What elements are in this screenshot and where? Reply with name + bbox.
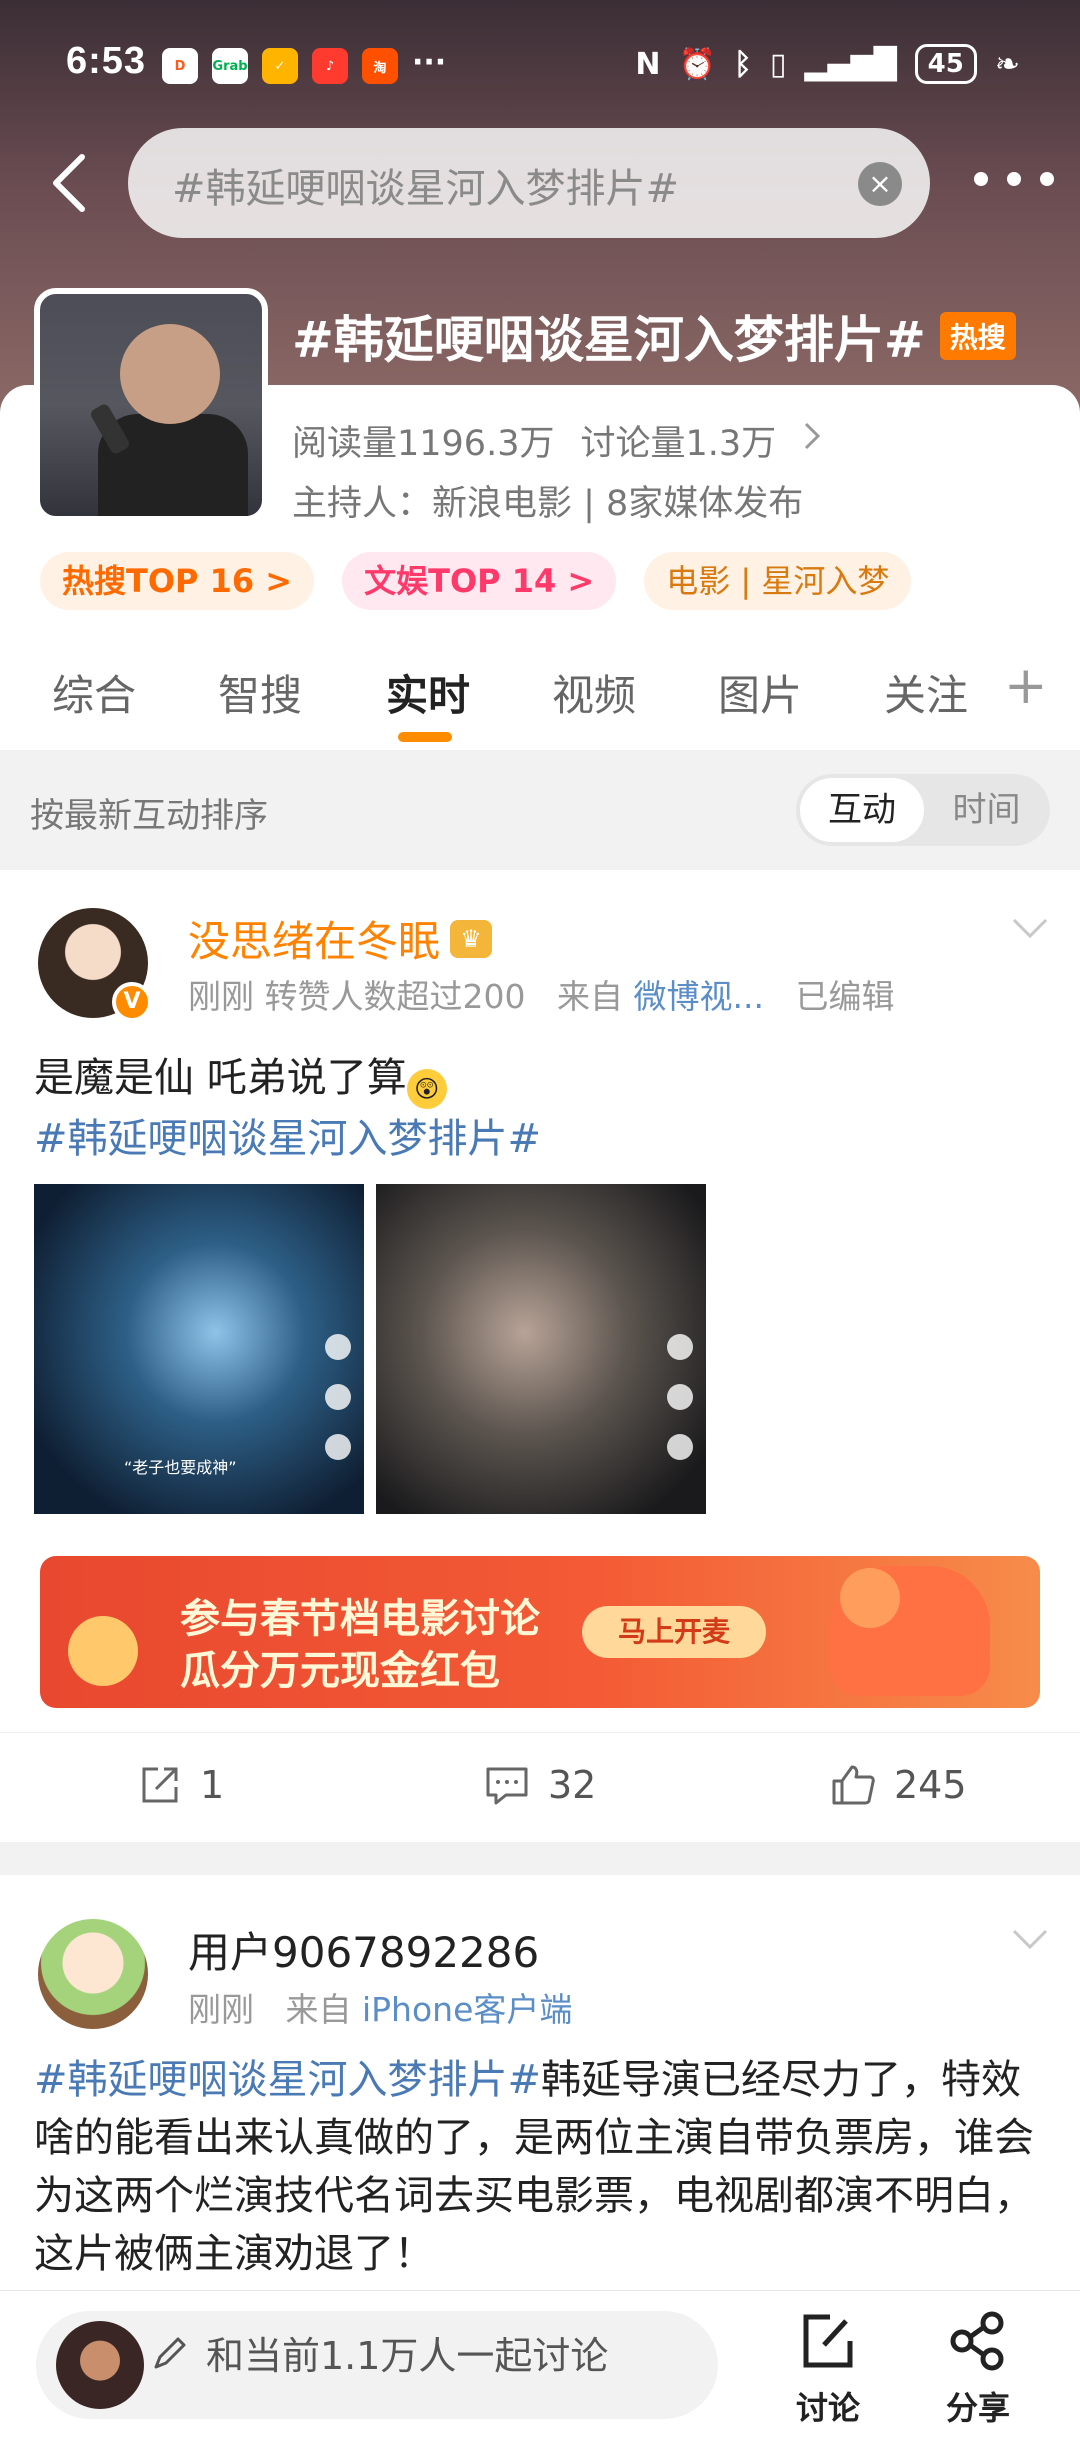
- repost-count: 1: [200, 1763, 225, 1807]
- post-actions: 1 32 245: [0, 1732, 1080, 1842]
- status-system-icons: N ⏰ ᛒ ▯ ▂▄▆█ 45 ❧: [635, 44, 1020, 84]
- search-tabs: 综合 智搜 实时 视频 图片 关注 +: [0, 640, 1080, 750]
- bottom-action-bar: 和当前1.1万人一起讨论 讨论 分享: [0, 2290, 1080, 2437]
- share-button[interactable]: 分享: [928, 2309, 1028, 2429]
- post-image-1[interactable]: “老子也要成神”: [34, 1184, 364, 1514]
- comment-icon: [486, 1767, 528, 1805]
- tab-smart-search[interactable]: 智搜: [218, 662, 302, 723]
- status-notification-icons: D Grab ✓ ♪ 淘 ···: [162, 48, 446, 84]
- topic-title: #韩延哽咽谈星河入梦排片# 热搜: [292, 300, 1016, 372]
- banner-title-line2: 瓜分万元现金红包: [180, 1648, 500, 1694]
- search-query-text: #韩延哽咽谈星河入梦排片#: [172, 166, 680, 212]
- back-arrow-icon: [53, 154, 85, 212]
- post-text: 是魔是仙 吒弟说了算 😲 #韩延哽咽谈星河入梦排片#: [34, 1048, 541, 1169]
- post-source-link[interactable]: 微博视...: [633, 977, 763, 1016]
- discuss-label: 讨论: [795, 2389, 860, 2427]
- thumbs-up-icon: [832, 1765, 875, 1805]
- post-hashtag-link[interactable]: #韩延哽咽谈星河入梦排片#: [34, 1109, 541, 1169]
- verified-badge-icon: V: [112, 982, 152, 1022]
- like-button[interactable]: 245: [830, 1763, 967, 1807]
- sort-toggle: 互动 时间: [796, 774, 1050, 846]
- hot-badge: 热搜: [939, 312, 1016, 360]
- tab-images[interactable]: 图片: [718, 662, 802, 723]
- compose-icon: [803, 2314, 853, 2368]
- hot-search-rank-pill[interactable]: 热搜TOP 16 >: [40, 552, 315, 610]
- feed-post: 用户9067892286 刚刚 来自 iPhone客户端 #韩延哽咽谈星河入梦排…: [0, 1875, 1080, 2295]
- post-author-name[interactable]: 用户9067892286: [188, 1919, 539, 1980]
- active-tab-indicator: [398, 732, 452, 742]
- share-label: 分享: [945, 2389, 1010, 2427]
- app-notification-icon: ✓: [262, 48, 298, 84]
- topic-stats[interactable]: 阅读量1196.3万 讨论量1.3万: [292, 415, 822, 466]
- search-input[interactable]: #韩延哽咽谈星河入梦排片# ×: [128, 128, 930, 238]
- tab-following[interactable]: 关注: [884, 662, 968, 723]
- avatar[interactable]: [38, 1919, 148, 2029]
- add-tab-icon[interactable]: +: [1004, 656, 1048, 716]
- more-notifications-icon: ···: [412, 45, 447, 80]
- post-image-2[interactable]: [376, 1184, 706, 1514]
- movie-category-pill[interactable]: 电影 | 星河入梦: [644, 552, 912, 610]
- taobao-red-notification-icon: 淘: [362, 48, 398, 84]
- leaf-icon: ❧: [994, 46, 1020, 82]
- grab-notification-icon: Grab: [212, 48, 248, 84]
- repost-button[interactable]: 1: [138, 1763, 224, 1807]
- post-text: #韩延哽咽谈星河入梦排片#韩延导演已经尽力了，特效啥的能看出来认真做的了，是两位…: [34, 2051, 1054, 2283]
- alarm-icon: ⏰: [678, 46, 716, 82]
- bluetooth-icon: ᛒ: [733, 46, 752, 82]
- topic-thumbnail-image[interactable]: [34, 288, 268, 522]
- topic-rank-pills: 热搜TOP 16 > 文娱TOP 14 > 电影 | 星河入梦: [40, 552, 912, 610]
- vibrate-icon: ▯: [769, 46, 787, 82]
- image-caption: “老子也要成神”: [124, 1458, 237, 1477]
- post-source-link[interactable]: iPhone客户端: [362, 1990, 572, 2029]
- signal-icon: ▂▄▆█: [804, 46, 897, 82]
- status-bar: 6:53 D Grab ✓ ♪ 淘 ··· N ⏰ ᛒ ▯ ▂▄▆█ 45 ❧: [0, 40, 1080, 100]
- tab-realtime[interactable]: 实时: [386, 662, 470, 723]
- nfc-icon: N: [635, 46, 661, 82]
- crown-member-icon: ♛: [450, 919, 493, 958]
- share-icon: [950, 2311, 1004, 2371]
- sort-option-time[interactable]: 时间: [923, 774, 1050, 846]
- avatar: [56, 2321, 144, 2409]
- discussion-count: 讨论量1.3万: [580, 424, 777, 464]
- more-options-button[interactable]: [974, 172, 1054, 192]
- repost-icon: [142, 1767, 178, 1803]
- sort-option-interaction[interactable]: 互动: [800, 778, 924, 842]
- post-hashtag-link[interactable]: #韩延哽咽谈星河入梦排片#: [34, 2057, 541, 2103]
- read-count: 阅读量1196.3万: [292, 424, 555, 464]
- red-packet-icon: [68, 1616, 138, 1686]
- comment-count: 32: [548, 1763, 597, 1807]
- search-nav-bar: #韩延哽咽谈星河入梦排片# ×: [0, 128, 1080, 238]
- discuss-button[interactable]: 讨论: [778, 2309, 878, 2429]
- post-author[interactable]: 没思绪在冬眠 ♛: [188, 908, 493, 969]
- battery-indicator: 45: [914, 44, 977, 84]
- post-meta: 刚刚 转赞人数超过200 来自 微博视... 已编辑: [188, 977, 895, 1016]
- banner-title-line1: 参与春节档电影讨论: [180, 1596, 540, 1642]
- comment-button[interactable]: 32: [484, 1763, 596, 1807]
- discussion-prompt: 和当前1.1万人一起讨论: [150, 2325, 608, 2380]
- entertainment-rank-pill[interactable]: 文娱TOP 14 >: [342, 552, 617, 610]
- post-meta: 刚刚 来自 iPhone客户端: [188, 1990, 573, 2029]
- tab-video[interactable]: 视频: [552, 662, 636, 723]
- taobao-notification-icon: D: [162, 48, 198, 84]
- surprised-emoji-icon: 😲: [406, 1069, 447, 1109]
- chevron-down-icon[interactable]: [1010, 1919, 1050, 1959]
- feed-post: V 没思绪在冬眠 ♛ 刚刚 转赞人数超过200 来自 微博视... 已编辑 是魔…: [0, 870, 1080, 1842]
- xiaohongshu-notification-icon: ♪: [312, 48, 348, 84]
- banner-join-button[interactable]: 马上开麦: [582, 1606, 767, 1658]
- like-count: 245: [894, 1763, 967, 1807]
- clear-search-button[interactable]: ×: [858, 162, 902, 206]
- topic-title-text: #韩延哽咽谈星河入梦排片#: [292, 311, 926, 369]
- post-author-name: 没思绪在冬眠: [188, 917, 441, 966]
- tab-comprehensive[interactable]: 综合: [52, 662, 136, 723]
- discussion-placeholder: 和当前1.1万人一起讨论: [206, 2334, 609, 2378]
- sort-label: 按最新互动排序: [30, 796, 268, 836]
- status-time: 6:53: [66, 40, 147, 82]
- promo-banner[interactable]: 参与春节档电影讨论 瓜分万元现金红包 马上开麦: [40, 1556, 1040, 1708]
- topic-host: 主持人：新浪电影 | 8家媒体发布: [292, 484, 804, 524]
- chevron-right-icon: [802, 420, 822, 461]
- back-button[interactable]: [38, 150, 98, 216]
- pencil-icon: [154, 2337, 186, 2368]
- sort-bar: 按最新互动排序 互动 时间: [0, 752, 1080, 860]
- chevron-down-icon[interactable]: [1010, 908, 1050, 948]
